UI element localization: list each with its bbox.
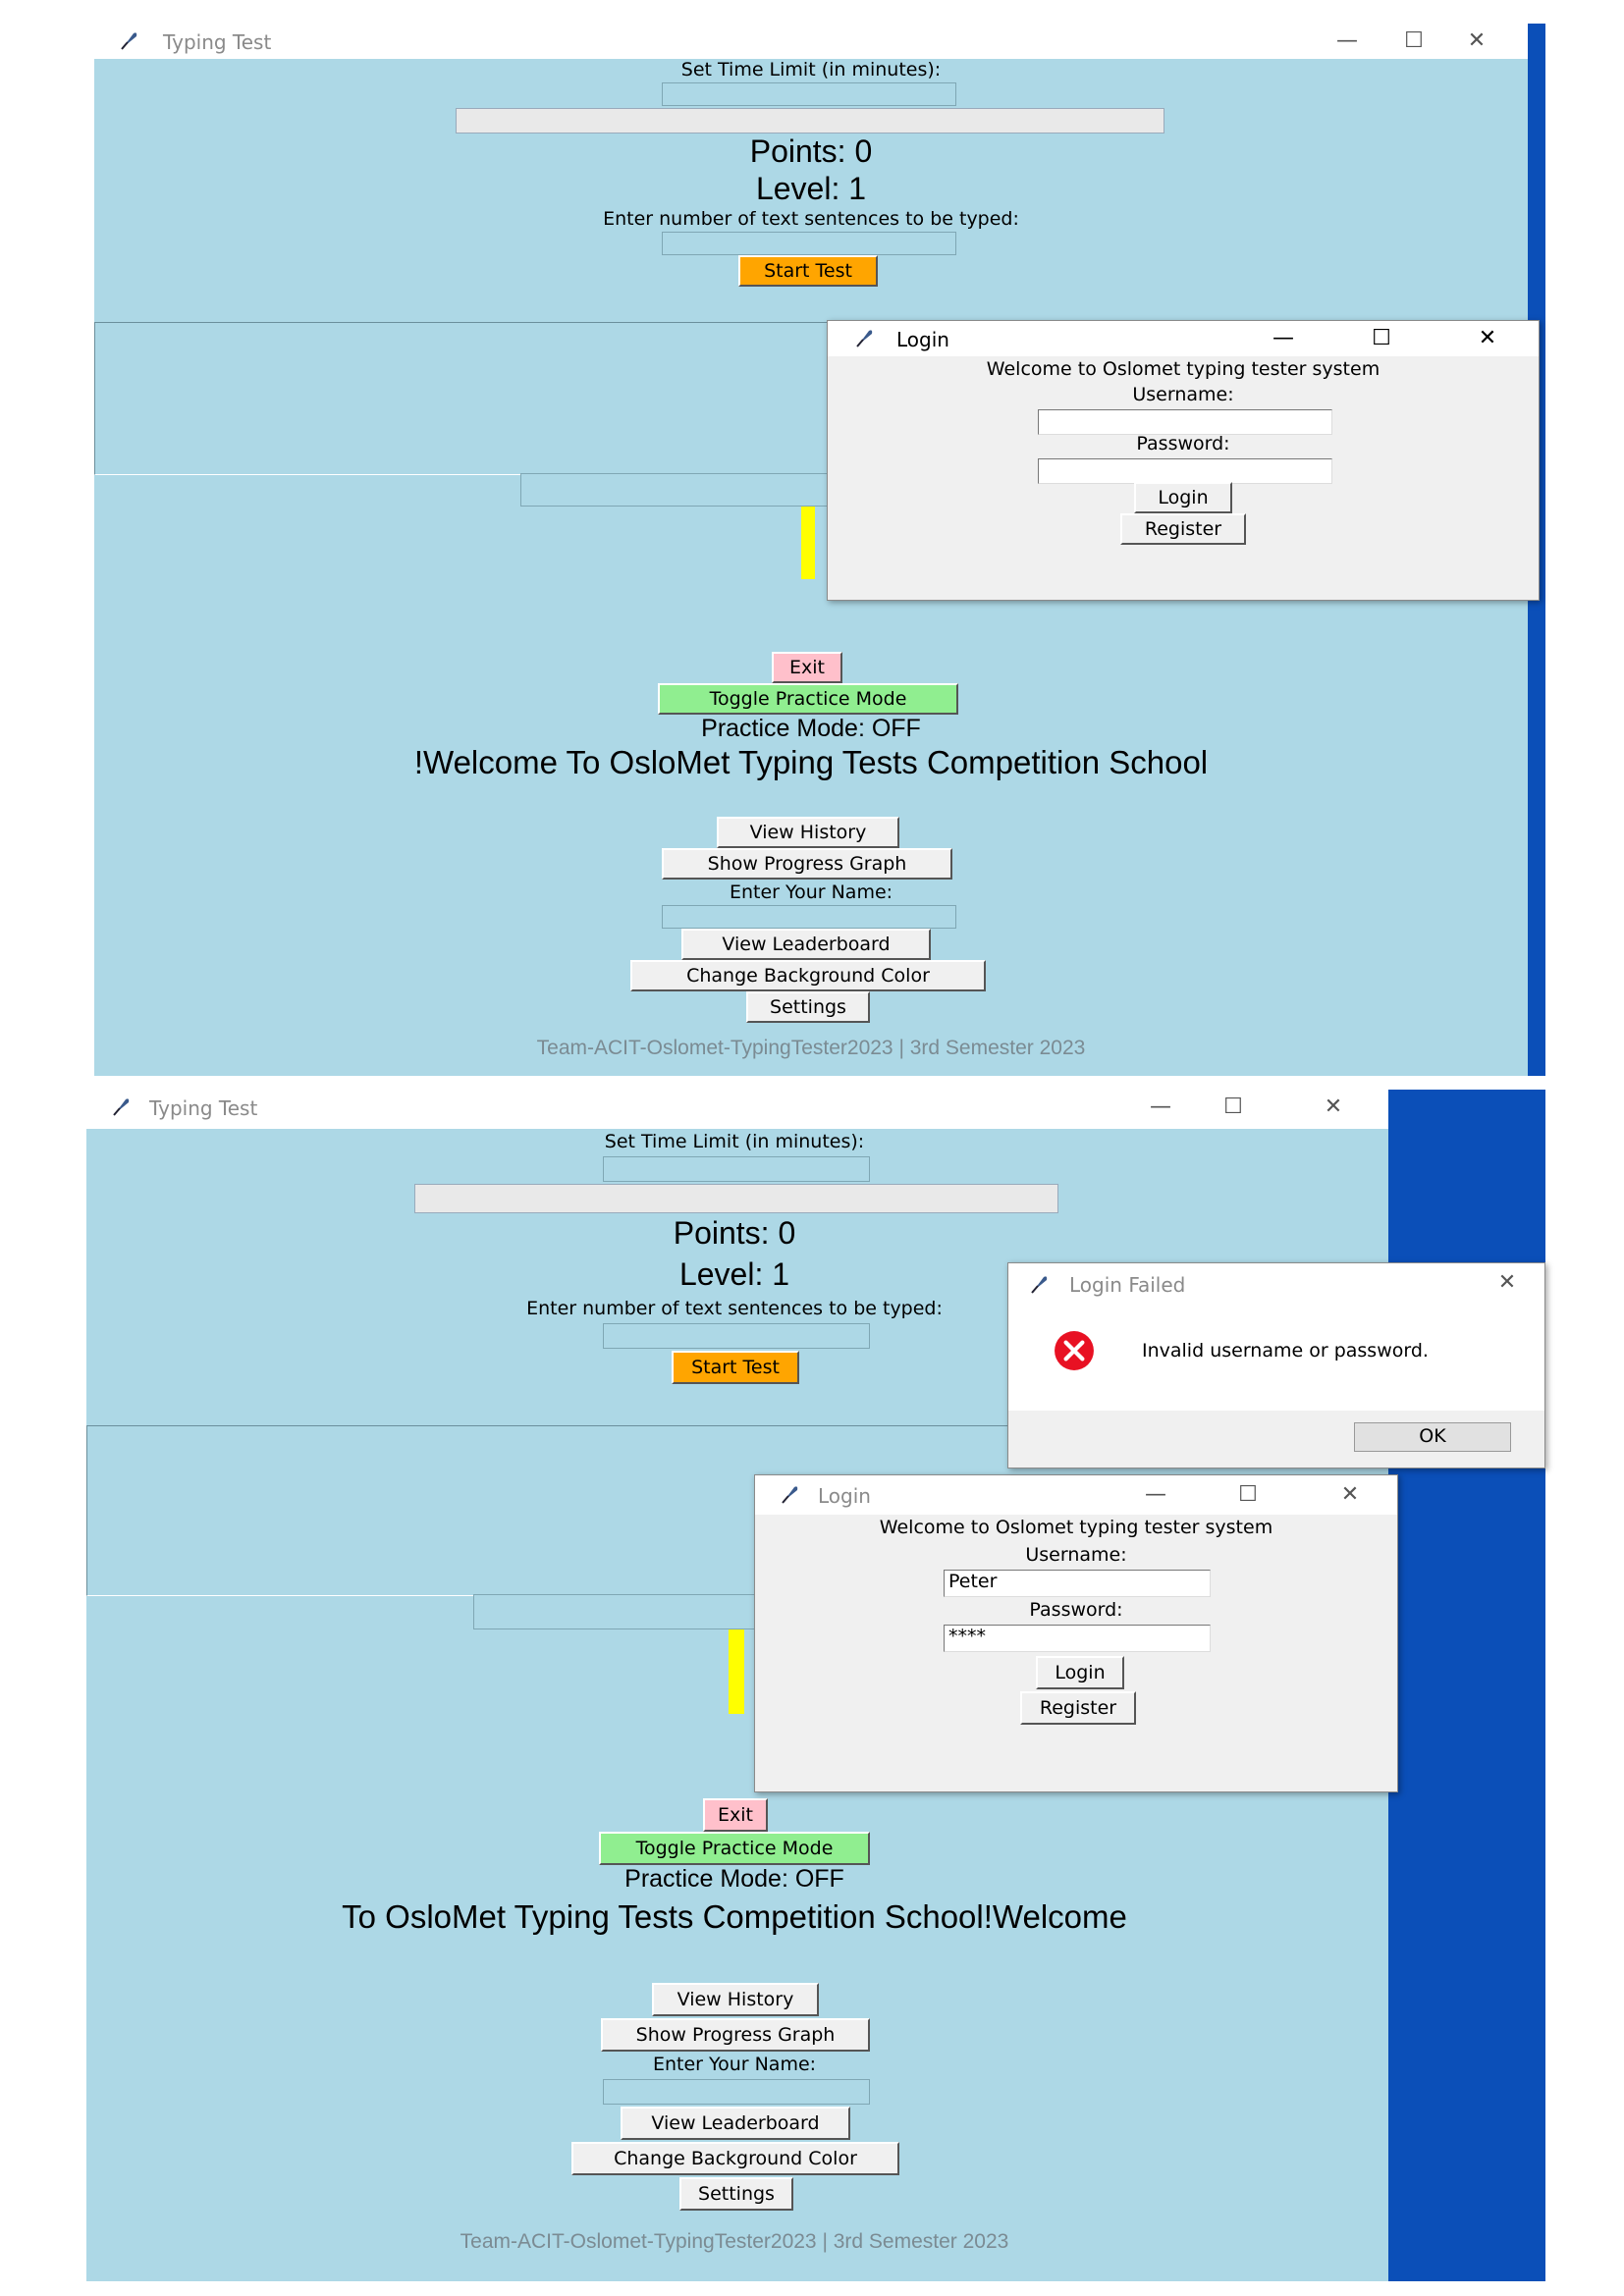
cursor-bar — [729, 1629, 744, 1714]
start-test-button[interactable]: Start Test — [738, 255, 878, 287]
title-bar: Typing Test — ☐ ✕ — [94, 24, 1528, 59]
login-button[interactable]: Login — [1036, 1656, 1124, 1689]
exit-button[interactable]: Exit — [703, 1798, 768, 1832]
close-button[interactable]: ✕ — [1312, 1092, 1355, 1123]
cursor-bar — [801, 507, 815, 579]
time-limit-input[interactable] — [662, 82, 956, 106]
settings-button[interactable]: Settings — [679, 2177, 793, 2211]
login-dialog: Login — ☐ ✕ Welcome to Oslomet typing te… — [754, 1474, 1398, 1792]
close-button[interactable]: ✕ — [1328, 1479, 1372, 1511]
ok-button[interactable]: OK — [1354, 1422, 1511, 1452]
welcome-heading: To OsloMet Typing Tests Competition Scho… — [342, 1898, 1127, 1935]
minimize-button[interactable]: — — [1134, 1479, 1177, 1511]
close-button[interactable]: ✕ — [1455, 26, 1498, 57]
error-message: Invalid username or password. — [1142, 1340, 1429, 1362]
feather-app-icon — [856, 330, 873, 347]
register-button[interactable]: Register — [1120, 513, 1246, 545]
feather-app-icon — [113, 1098, 130, 1116]
login-title: Login — [818, 1484, 871, 1508]
window-title: Typing Test — [163, 30, 272, 54]
username-field[interactable]: Peter — [944, 1570, 1211, 1597]
title-bar: Typing Test — ☐ ✕ — [86, 1090, 1388, 1129]
feather-app-icon — [782, 1486, 798, 1504]
points-label: Points: 0 — [673, 1215, 796, 1251]
password-label: Password: — [1029, 1599, 1123, 1621]
name-label: Enter Your Name: — [729, 881, 893, 903]
close-button[interactable]: ✕ — [1466, 323, 1509, 354]
maximize-button[interactable]: ☐ — [1212, 1092, 1255, 1123]
close-button[interactable]: ✕ — [1486, 1267, 1529, 1299]
start-test-button[interactable]: Start Test — [672, 1351, 799, 1384]
name-label: Enter Your Name: — [652, 2054, 817, 2075]
progress-graph-button[interactable]: Show Progress Graph — [662, 848, 952, 880]
progress-graph-button[interactable]: Show Progress Graph — [601, 2018, 870, 2052]
view-history-button[interactable]: View History — [652, 1983, 819, 2016]
welcome-heading: !Welcome To OsloMet Typing Tests Competi… — [413, 744, 1209, 780]
time-limit-label: Set Time Limit (in minutes): — [604, 1131, 865, 1152]
username-field[interactable] — [1038, 409, 1332, 435]
leaderboard-button[interactable]: View Leaderboard — [621, 2107, 850, 2140]
sentences-input[interactable] — [603, 1323, 870, 1349]
password-field[interactable]: **** — [944, 1625, 1211, 1652]
login-title-bar: Login — ☐ ✕ — [828, 321, 1539, 356]
sentences-label: Enter number of text sentences to be typ… — [603, 208, 1019, 230]
window-title: Typing Test — [149, 1096, 258, 1120]
minimize-button[interactable]: — — [1326, 26, 1369, 57]
sentences-input[interactable] — [662, 232, 956, 255]
login-title: Login — [896, 328, 949, 351]
register-button[interactable]: Register — [1020, 1691, 1136, 1725]
maximize-button[interactable]: ☐ — [1360, 323, 1403, 354]
time-limit-input[interactable] — [603, 1156, 870, 1182]
error-icon — [1055, 1331, 1094, 1370]
error-title: Login Failed — [1069, 1273, 1186, 1297]
login-welcome: Welcome to Oslomet typing tester system — [879, 1517, 1273, 1538]
login-button[interactable]: Login — [1134, 482, 1232, 513]
level-label: Level: 1 — [755, 171, 867, 206]
points-label: Points: 0 — [749, 133, 873, 169]
toggle-practice-button[interactable]: Toggle Practice Mode — [599, 1832, 870, 1865]
progress-bar — [456, 108, 1164, 133]
footer-text: Team-ACIT-Oslomet-TypingTester2023 | 3rd… — [536, 1037, 1086, 1059]
feather-app-icon — [121, 32, 137, 50]
minimize-button[interactable]: — — [1262, 323, 1305, 354]
leaderboard-button[interactable]: View Leaderboard — [681, 929, 931, 960]
maximize-button[interactable]: ☐ — [1226, 1479, 1270, 1511]
username-label: Username: — [1025, 1544, 1127, 1566]
time-limit-label: Set Time Limit (in minutes): — [680, 59, 942, 80]
username-label: Username: — [1132, 384, 1234, 405]
login-dialog: Login — ☐ ✕ Welcome to Oslomet typing te… — [827, 320, 1540, 601]
maximize-button[interactable]: ☐ — [1392, 26, 1435, 57]
error-dialog: Login Failed ✕ Invalid username or passw… — [1007, 1262, 1545, 1468]
minimize-button[interactable]: — — [1139, 1092, 1182, 1123]
settings-button[interactable]: Settings — [746, 991, 870, 1023]
feather-app-icon — [1031, 1276, 1048, 1294]
password-field[interactable] — [1038, 458, 1332, 484]
password-label: Password: — [1136, 433, 1230, 454]
footer-text: Team-ACIT-Oslomet-TypingTester2023 | 3rd… — [460, 2230, 1009, 2253]
toggle-practice-button[interactable]: Toggle Practice Mode — [658, 683, 958, 715]
name-input[interactable] — [662, 905, 956, 929]
exit-button[interactable]: Exit — [772, 652, 842, 683]
login-title-bar: Login — ☐ ✕ — [755, 1475, 1397, 1515]
name-input[interactable] — [603, 2079, 870, 2105]
practice-status: Practice Mode: OFF — [624, 1865, 844, 1893]
view-history-button[interactable]: View History — [717, 817, 899, 848]
change-background-button[interactable]: Change Background Color — [630, 960, 986, 991]
practice-status: Practice Mode: OFF — [701, 715, 921, 742]
login-welcome: Welcome to Oslomet typing tester system — [986, 358, 1380, 380]
error-title-bar: Login Failed ✕ — [1008, 1263, 1544, 1305]
change-background-button[interactable]: Change Background Color — [571, 2142, 899, 2175]
progress-bar — [414, 1184, 1058, 1213]
